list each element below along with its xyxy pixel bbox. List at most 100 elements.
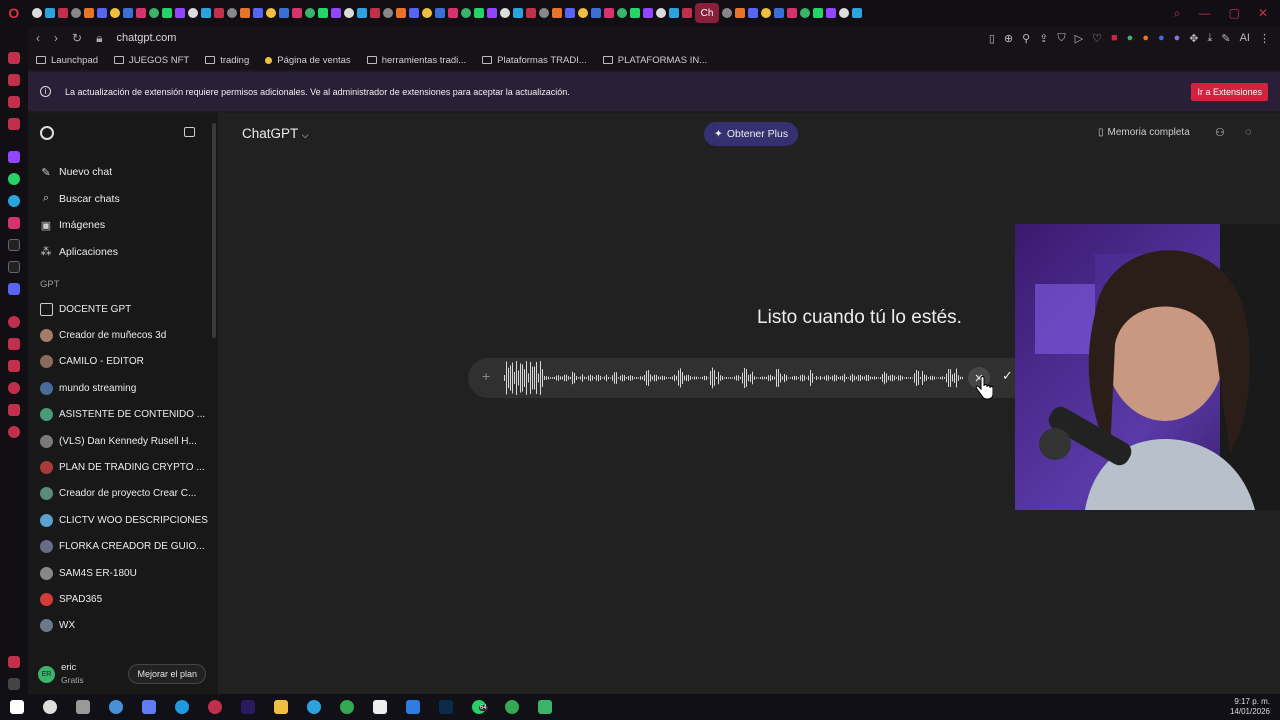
windows-start-icon[interactable] [10,700,24,714]
tab-favicon-icon[interactable] [265,8,276,18]
upgrade-plan-button[interactable]: Mejorar el plan [128,664,206,684]
sidebar-item-edit[interactable]: ✎ Nuevo chat [40,161,112,183]
telegram-icon[interactable] [8,195,20,207]
tab-favicon-icon[interactable] [187,8,198,18]
menu-icon[interactable]: ⋮ [1259,32,1270,45]
sidebar-toggle-icon[interactable] [184,127,195,137]
shield-icon[interactable]: ⛉ [1057,32,1065,45]
user-bar[interactable]: ER eric Gratis Mejorar el plan [28,654,218,694]
close-window-icon[interactable]: ✕ [1258,6,1268,21]
site-info-icon[interactable]: 🔒︎ [96,31,102,46]
back-icon[interactable]: ‹ [36,31,40,46]
tab-favicon-icon[interactable] [213,8,224,18]
tab-favicon-icon[interactable] [57,8,68,18]
tab-favicon-icon[interactable] [200,8,211,18]
tab-favicon-icon[interactable] [748,8,759,18]
pin-icon[interactable]: ⚲ [1022,32,1030,45]
mail-icon[interactable] [406,700,420,714]
tab-favicon-icon[interactable] [735,8,746,18]
tab-favicon-icon[interactable] [382,8,393,18]
opera-logo-icon[interactable]: O [0,0,28,26]
model-selector[interactable]: ChatGPT ⌵ [242,126,309,141]
tab-favicon-icon[interactable] [486,8,497,18]
go-to-extensions-button[interactable]: Ir a Extensiones [1191,82,1268,101]
gpt-list-item[interactable]: (VLS) Dan Kennedy Rusell H... [40,430,197,452]
capcut-icon[interactable] [373,700,387,714]
edge-icon[interactable] [175,700,189,714]
rail-history-icon[interactable] [8,382,20,394]
chrome-icon[interactable] [340,700,354,714]
rail-extensions-icon[interactable] [8,404,20,416]
sidebar-item-image[interactable]: ▣ Imágenes [40,214,105,236]
tab-favicon-icon[interactable] [317,8,328,18]
sidebar-scrollbar[interactable] [212,123,216,338]
tab-favicon-icon[interactable] [135,8,146,18]
sidebar-panel-icon[interactable]: ▯ [989,32,995,45]
gpt-list-item[interactable]: PLAN DE TRADING CRYPTO ... [40,456,205,478]
gpt-list-item[interactable]: Creador de muñecos 3d [40,324,166,346]
tab-favicon-icon[interactable] [655,8,666,18]
opera-gx-icon[interactable] [208,700,222,714]
bookmark-item[interactable]: JUEGOS NFT [114,55,189,66]
rail-more-icon[interactable] [8,678,20,690]
tab-favicon-icon[interactable] [96,8,107,18]
telegram-taskbar-icon[interactable] [307,700,321,714]
bookmark-item[interactable]: PLATAFORMAS IN... [602,55,707,66]
heart-icon[interactable]: ♡ [1092,32,1102,45]
taskbar-app-icon[interactable] [109,700,123,714]
rail-player-icon[interactable] [8,316,20,328]
tab-favicon-icon[interactable] [70,8,81,18]
tab-favicon-icon[interactable] [852,8,863,18]
tab-favicon-icon[interactable] [122,8,133,18]
openai-logo-icon[interactable] [40,126,54,140]
memory-full-indicator[interactable]: ▯ Memoria completa [1098,127,1190,138]
tab-favicon-icon[interactable] [577,8,588,18]
tab-favicon-icon[interactable] [447,8,458,18]
bookmark-item[interactable]: Página de ventas [265,55,351,66]
file-explorer-icon[interactable] [274,700,288,714]
gpt-list-item[interactable]: Creador de proyecto Crear C... [40,483,196,505]
tab-favicon-icon[interactable] [434,8,445,18]
plus-icon[interactable]: + [482,368,490,384]
gpt-list-item[interactable]: CAMILO - EDITOR [40,351,144,373]
tab-favicon-icon[interactable] [681,8,692,18]
tab-favicon-icon[interactable] [83,8,94,18]
tab-favicon-icon[interactable] [31,8,42,18]
gpt-list-item[interactable]: DOCENTE GPT [40,298,131,320]
get-plus-button[interactable]: ✦ Obtener Plus [704,122,799,146]
tab-favicon-icon[interactable] [525,8,536,18]
chrome-profile-icon[interactable] [505,700,519,714]
extensions-icon[interactable]: ✥ [1189,32,1198,45]
play-icon[interactable]: ▷ [1075,32,1083,45]
tab-favicon-icon[interactable] [774,8,785,18]
gpt-list-item[interactable]: CLICTV WOO DESCRIPCIONES [40,509,208,531]
tab-favicon-icon[interactable] [109,8,120,18]
twitch-icon[interactable] [8,151,20,163]
gpt-list-item[interactable]: WX [40,615,75,637]
whatsapp-taskbar-icon[interactable]: 64 [472,700,488,714]
tab-favicon-icon[interactable] [421,8,432,18]
tab-favicon-icon[interactable] [839,8,850,18]
tab-favicon-icon[interactable] [813,8,824,18]
tab-favicon-icon[interactable] [356,8,367,18]
tab-favicon-icon[interactable] [460,8,471,18]
forward-icon[interactable]: › [54,31,58,46]
bookmark-item[interactable]: Launchpad [36,55,98,66]
tab-favicon-icon[interactable] [826,8,837,18]
gpt-list-item[interactable]: FLORKA CREADOR DE GUIO... [40,536,205,558]
add-person-icon[interactable]: ⚇ [1215,126,1228,139]
gpt-list-item[interactable]: SPAD365 [40,588,102,610]
tab-favicon-icon[interactable] [174,8,185,18]
tab-favicon-icon[interactable] [603,8,614,18]
extension-red-icon[interactable]: ■ [1111,32,1118,45]
extension-green-icon[interactable]: ● [1127,32,1134,45]
tab-favicon-icon[interactable] [278,8,289,18]
tab-favicon-icon[interactable] [291,8,302,18]
rail-wallet-icon[interactable] [8,360,20,372]
tab-favicon-icon[interactable] [722,8,733,18]
tab-favicons[interactable]: Ch [28,3,1174,23]
rail-gx-icon[interactable] [8,656,20,668]
whatsapp-icon[interactable] [8,173,20,185]
app-icon[interactable] [538,700,552,714]
tab-favicon-icon[interactable] [226,8,237,18]
